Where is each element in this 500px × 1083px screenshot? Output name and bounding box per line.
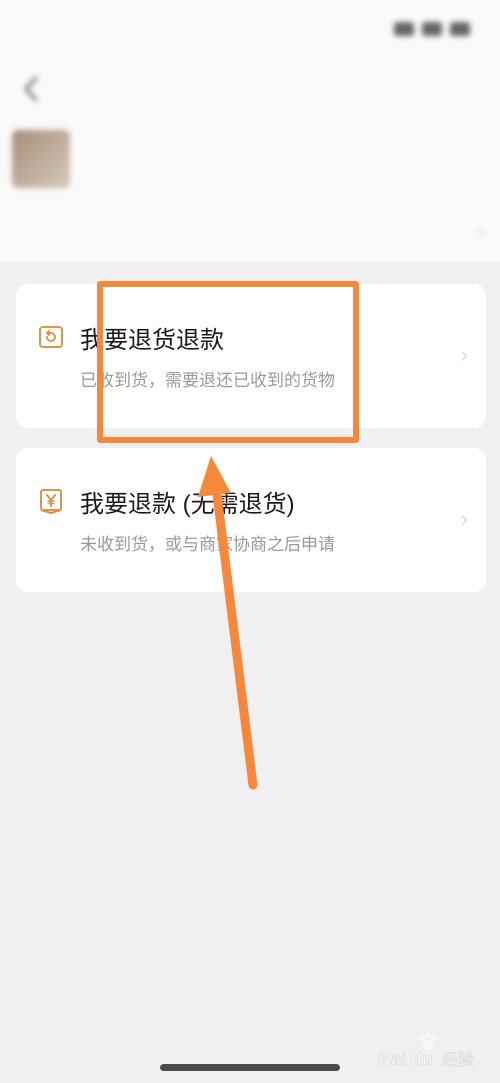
- option-refund-only[interactable]: 我要退款 (无需退货) 未收到货，或与商家协商之后申请 ›: [16, 448, 486, 592]
- nav-bar: [0, 64, 500, 116]
- highlight-box: [97, 281, 359, 443]
- chevron-right-icon: ›: [460, 342, 468, 367]
- product-thumbnail: [12, 130, 70, 188]
- status-bar: [0, 0, 500, 60]
- wifi-icon: [422, 22, 442, 36]
- chevron-right-icon: ›: [478, 222, 484, 242]
- return-box-icon: [38, 324, 64, 350]
- select-row[interactable]: ›: [0, 212, 500, 252]
- baidu-jingyan-watermark: Bai du 经验: [378, 1032, 474, 1069]
- home-indicator: [160, 1064, 340, 1071]
- svg-text:Bai du: Bai du: [378, 1049, 433, 1069]
- chevron-left-icon[interactable]: [16, 72, 46, 106]
- option-subtitle: 未收到货，或与商家协商之后申请: [80, 535, 335, 554]
- chevron-right-icon: ›: [460, 506, 468, 531]
- signal-icon: [394, 22, 414, 36]
- battery-icon: [450, 22, 470, 36]
- yuan-refund-icon: [38, 488, 64, 514]
- svg-text:经验: 经验: [442, 1050, 474, 1069]
- header-area: ›: [0, 0, 500, 262]
- product-row: [0, 124, 500, 194]
- status-icons: [394, 22, 470, 36]
- option-title: 我要退款 (无需退货): [80, 491, 295, 518]
